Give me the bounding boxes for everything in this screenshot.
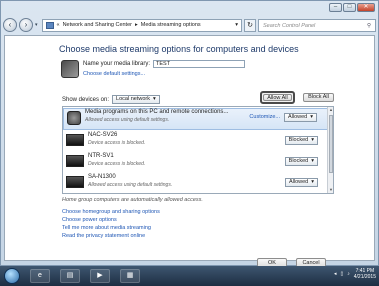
clock[interactable]: 7:41 PM 4/21/2015 bbox=[354, 268, 376, 280]
breadcrumb-media-streaming[interactable]: Media streaming options bbox=[141, 22, 201, 28]
chevron-down-icon: ▾ bbox=[152, 96, 156, 102]
breadcrumb-arrow-icon[interactable]: ▸ bbox=[135, 22, 138, 28]
homegroup-sharing-link[interactable]: Choose homegroup and sharing options bbox=[62, 209, 160, 215]
device-row[interactable]: SA-N1300 Allowed access using default se… bbox=[63, 174, 328, 193]
control-panel-taskbar-icon[interactable]: ▦ bbox=[120, 269, 140, 283]
chevron-down-icon: ▾ bbox=[311, 158, 314, 164]
recent-pages-dropdown-icon[interactable]: ▾ bbox=[35, 22, 38, 28]
page-title: Choose media streaming options for compu… bbox=[59, 44, 299, 54]
device-icon bbox=[66, 176, 84, 188]
media-library-icon bbox=[61, 60, 79, 78]
show-devices-label: Show devices on: bbox=[62, 96, 110, 103]
volume-icon[interactable]: ♪ bbox=[347, 271, 350, 277]
file-explorer-icon[interactable]: ▤ bbox=[60, 269, 80, 283]
device-access-select[interactable]: Allowed ▾ bbox=[283, 113, 317, 122]
chevron-down-icon: ▾ bbox=[311, 137, 314, 143]
scrollbar-thumb[interactable] bbox=[329, 115, 333, 173]
device-access-value: Blocked bbox=[288, 137, 309, 143]
library-name-label: Name your media library: bbox=[83, 61, 151, 67]
block-all-button[interactable]: Block All bbox=[303, 93, 334, 102]
content-pane: Choose media streaming options for compu… bbox=[4, 35, 375, 268]
chevron-down-icon: ▾ bbox=[310, 114, 313, 120]
device-access-value: Allowed bbox=[288, 179, 309, 185]
tray-arrow-icon[interactable]: ◂ bbox=[334, 271, 337, 277]
device-access-value: Blocked bbox=[288, 158, 309, 164]
search-input[interactable]: Search Control Panel ⚲ bbox=[258, 18, 376, 32]
device-row[interactable]: NTR-SV1 Device access is blocked. Blocke… bbox=[63, 153, 328, 173]
internet-explorer-icon[interactable]: e bbox=[30, 269, 50, 283]
scroll-up-icon[interactable]: ▲ bbox=[328, 107, 333, 113]
network-icon[interactable]: ▯ bbox=[340, 271, 343, 277]
media-programs-icon bbox=[67, 111, 81, 125]
minimize-button[interactable]: – bbox=[329, 3, 342, 12]
show-devices-row: Show devices on: Local network ▾ bbox=[62, 95, 160, 104]
breadcrumb-separator: « bbox=[56, 22, 60, 28]
device-access-select[interactable]: Allowed ▾ bbox=[284, 178, 318, 187]
device-icon bbox=[66, 134, 84, 146]
refresh-icon[interactable]: ↻ bbox=[244, 18, 256, 32]
search-placeholder: Search Control Panel bbox=[263, 22, 316, 29]
media-streaming-help-link[interactable]: Tell me more about media streaming bbox=[62, 225, 160, 231]
device-row[interactable]: NAC-SV26 Device access is blocked. Block… bbox=[63, 132, 328, 152]
navigation-bar: ‹ › ▾ « Network and Sharing Center ▸ Med… bbox=[3, 15, 376, 35]
system-tray: ◂ ▯ ♪ 7:41 PM 4/21/2015 bbox=[334, 268, 376, 280]
device-row[interactable]: Media programs on this PC and remote con… bbox=[63, 108, 328, 130]
device-list-scrollbar[interactable]: ▲ ▼ bbox=[327, 107, 333, 193]
taskbar: e ▤ ▶ ▦ ◂ ▯ ♪ 7:41 PM 4/21/2015 bbox=[0, 266, 379, 286]
device-access-select[interactable]: Blocked ▾ bbox=[284, 157, 318, 166]
close-button[interactable]: ✕ bbox=[357, 3, 375, 12]
start-button[interactable] bbox=[4, 268, 20, 284]
privacy-statement-link[interactable]: Read the privacy statement online bbox=[62, 233, 160, 239]
window-controls: – □ ✕ bbox=[329, 3, 375, 12]
clock-date: 4/21/2015 bbox=[353, 274, 376, 280]
show-devices-value: Local network bbox=[116, 96, 150, 102]
homegroup-note: Home group computers are automatically a… bbox=[62, 197, 203, 203]
device-access-select[interactable]: Blocked ▾ bbox=[284, 136, 318, 145]
address-dropdown-icon[interactable]: ▾ bbox=[235, 22, 238, 28]
related-links: Choose homegroup and sharing options Cho… bbox=[62, 209, 160, 239]
device-icon bbox=[66, 155, 84, 167]
search-icon[interactable]: ⚲ bbox=[367, 23, 371, 29]
library-name-input[interactable]: TEST bbox=[153, 60, 246, 68]
media-player-icon[interactable]: ▶ bbox=[90, 269, 110, 283]
device-access-value: Allowed bbox=[287, 114, 308, 120]
choose-default-settings-link[interactable]: Choose default settings... bbox=[83, 71, 245, 77]
back-icon[interactable]: ‹ bbox=[3, 18, 17, 32]
maximize-button[interactable]: □ bbox=[343, 3, 356, 12]
media-library-section: Name your media library: TEST Choose def… bbox=[61, 60, 246, 78]
allow-all-button[interactable]: Allow All bbox=[260, 91, 295, 104]
address-bar[interactable]: « Network and Sharing Center ▸ Media str… bbox=[41, 18, 242, 32]
customize-link[interactable]: Customize... bbox=[249, 114, 280, 120]
allow-all-label: Allow All bbox=[263, 94, 292, 101]
forward-icon[interactable]: › bbox=[19, 18, 33, 32]
breadcrumb-network-sharing[interactable]: Network and Sharing Center bbox=[63, 22, 132, 28]
control-panel-icon bbox=[45, 21, 54, 29]
power-options-link[interactable]: Choose power options bbox=[62, 217, 160, 223]
chevron-down-icon: ▾ bbox=[311, 179, 314, 185]
scroll-down-icon[interactable]: ▼ bbox=[328, 187, 333, 193]
window: – □ ✕ ‹ › ▾ « Network and Sharing Center… bbox=[0, 0, 379, 268]
show-devices-select[interactable]: Local network ▾ bbox=[112, 95, 160, 104]
device-list: Media programs on this PC and remote con… bbox=[62, 106, 334, 194]
